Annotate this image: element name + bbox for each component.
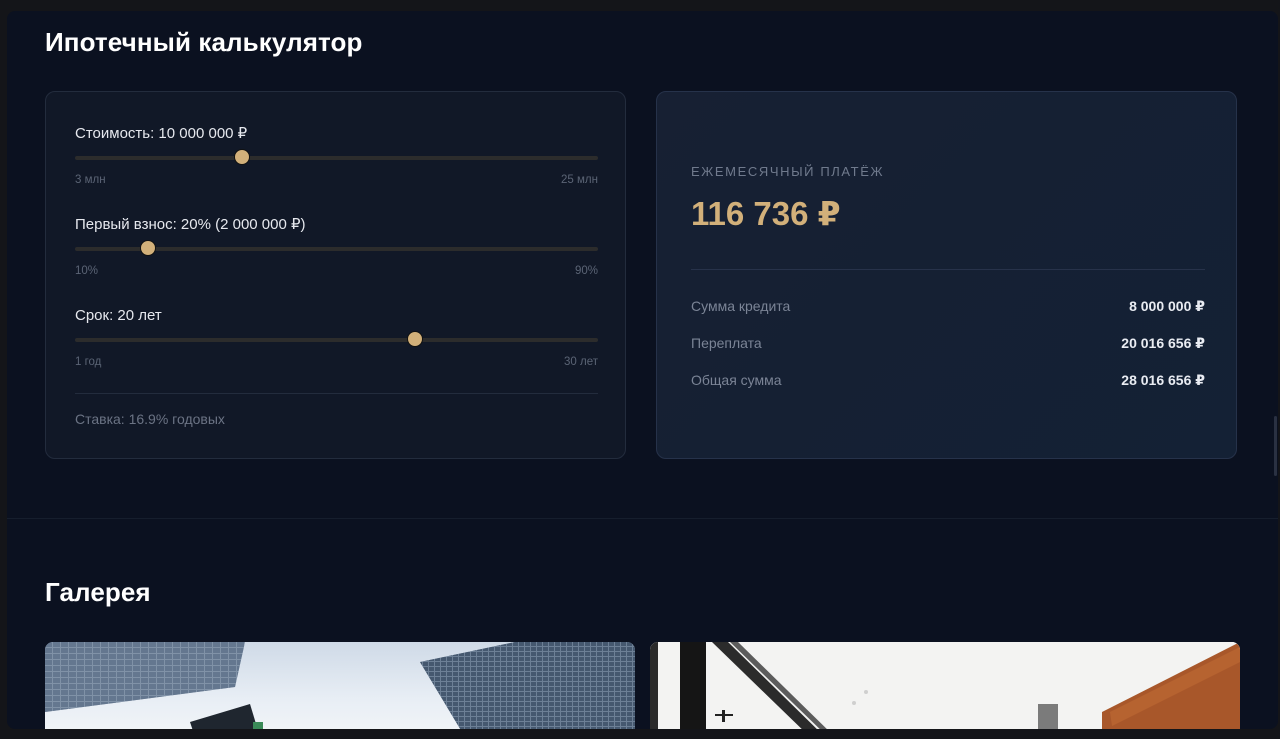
term-slider-track[interactable] (75, 331, 598, 347)
term-min-label: 1 год (75, 356, 102, 368)
term-max-label: 30 лет (564, 356, 598, 368)
price-max-label: 25 млн (561, 174, 598, 186)
downpayment-slider-track[interactable] (75, 240, 598, 256)
downpayment-slider-label: Первый взнос: 20% (2 000 000 ₽) (75, 216, 306, 233)
total-amount-value: 28 016 656 ₽ (1121, 372, 1205, 388)
price-slider-track[interactable] (75, 149, 598, 165)
price-slider-label: Стоимость: 10 000 000 ₽ (75, 125, 248, 142)
skyscrapers-picture (45, 642, 635, 729)
gallery-image-skyscrapers[interactable] (45, 642, 635, 729)
term-slider-label: Срок: 20 лет (75, 307, 162, 324)
term-slider-thumb[interactable] (406, 331, 423, 347)
price-min-label: 3 млн (75, 174, 106, 186)
downpayment-min-label: 10% (75, 265, 99, 277)
overpayment-label: Переплата (691, 335, 762, 351)
section-divider (7, 518, 1278, 519)
monthly-payment-value: 116 736 ₽ (691, 195, 841, 232)
calculator-inputs-card: Стоимость: 10 000 000 ₽ 3 млн 25 млн Пер… (45, 91, 626, 459)
price-slider-thumb[interactable] (234, 149, 251, 165)
interest-rate-text: Ставка: 16.9% годовых (75, 411, 225, 427)
loan-amount-label: Сумма кредита (691, 298, 791, 314)
downpayment-slider-group: Первый взнос: 20% (2 000 000 ₽) 10% 90% (75, 215, 598, 277)
monthly-payment-label: ЕЖЕМЕСЯЧНЫЙ ПЛАТЁЖ (691, 164, 885, 179)
gallery-image-interior[interactable] (650, 642, 1240, 729)
calculator-title: Ипотечный калькулятор (45, 27, 363, 57)
gallery-title: Галерея (45, 577, 151, 607)
inputs-divider (75, 393, 598, 394)
downpayment-max-label: 90% (574, 265, 598, 277)
scrollbar-thumb[interactable] (1274, 416, 1277, 476)
term-slider-group: Срок: 20 лет 1 год 30 лет (75, 306, 598, 368)
price-slider-group: Стоимость: 10 000 000 ₽ 3 млн 25 млн (75, 124, 598, 186)
result-row-total: Общая сумма 28 016 656 ₽ (691, 372, 1205, 389)
loan-amount-value: 8 000 000 ₽ (1129, 298, 1205, 314)
downpayment-slider-thumb[interactable] (140, 240, 157, 256)
result-row-overpayment: Переплата 20 016 656 ₽ (691, 335, 1205, 352)
payment-result-card: ЕЖЕМЕСЯЧНЫЙ ПЛАТЁЖ 116 736 ₽ Сумма креди… (656, 91, 1237, 459)
total-amount-label: Общая сумма (691, 372, 782, 388)
interior-picture (650, 642, 1240, 729)
overpayment-value: 20 016 656 ₽ (1121, 335, 1205, 351)
result-divider (691, 269, 1205, 270)
result-row-loan-amount: Сумма кредита 8 000 000 ₽ (691, 298, 1205, 315)
page-window: Ипотечный калькулятор Стоимость: 10 000 … (7, 11, 1278, 729)
